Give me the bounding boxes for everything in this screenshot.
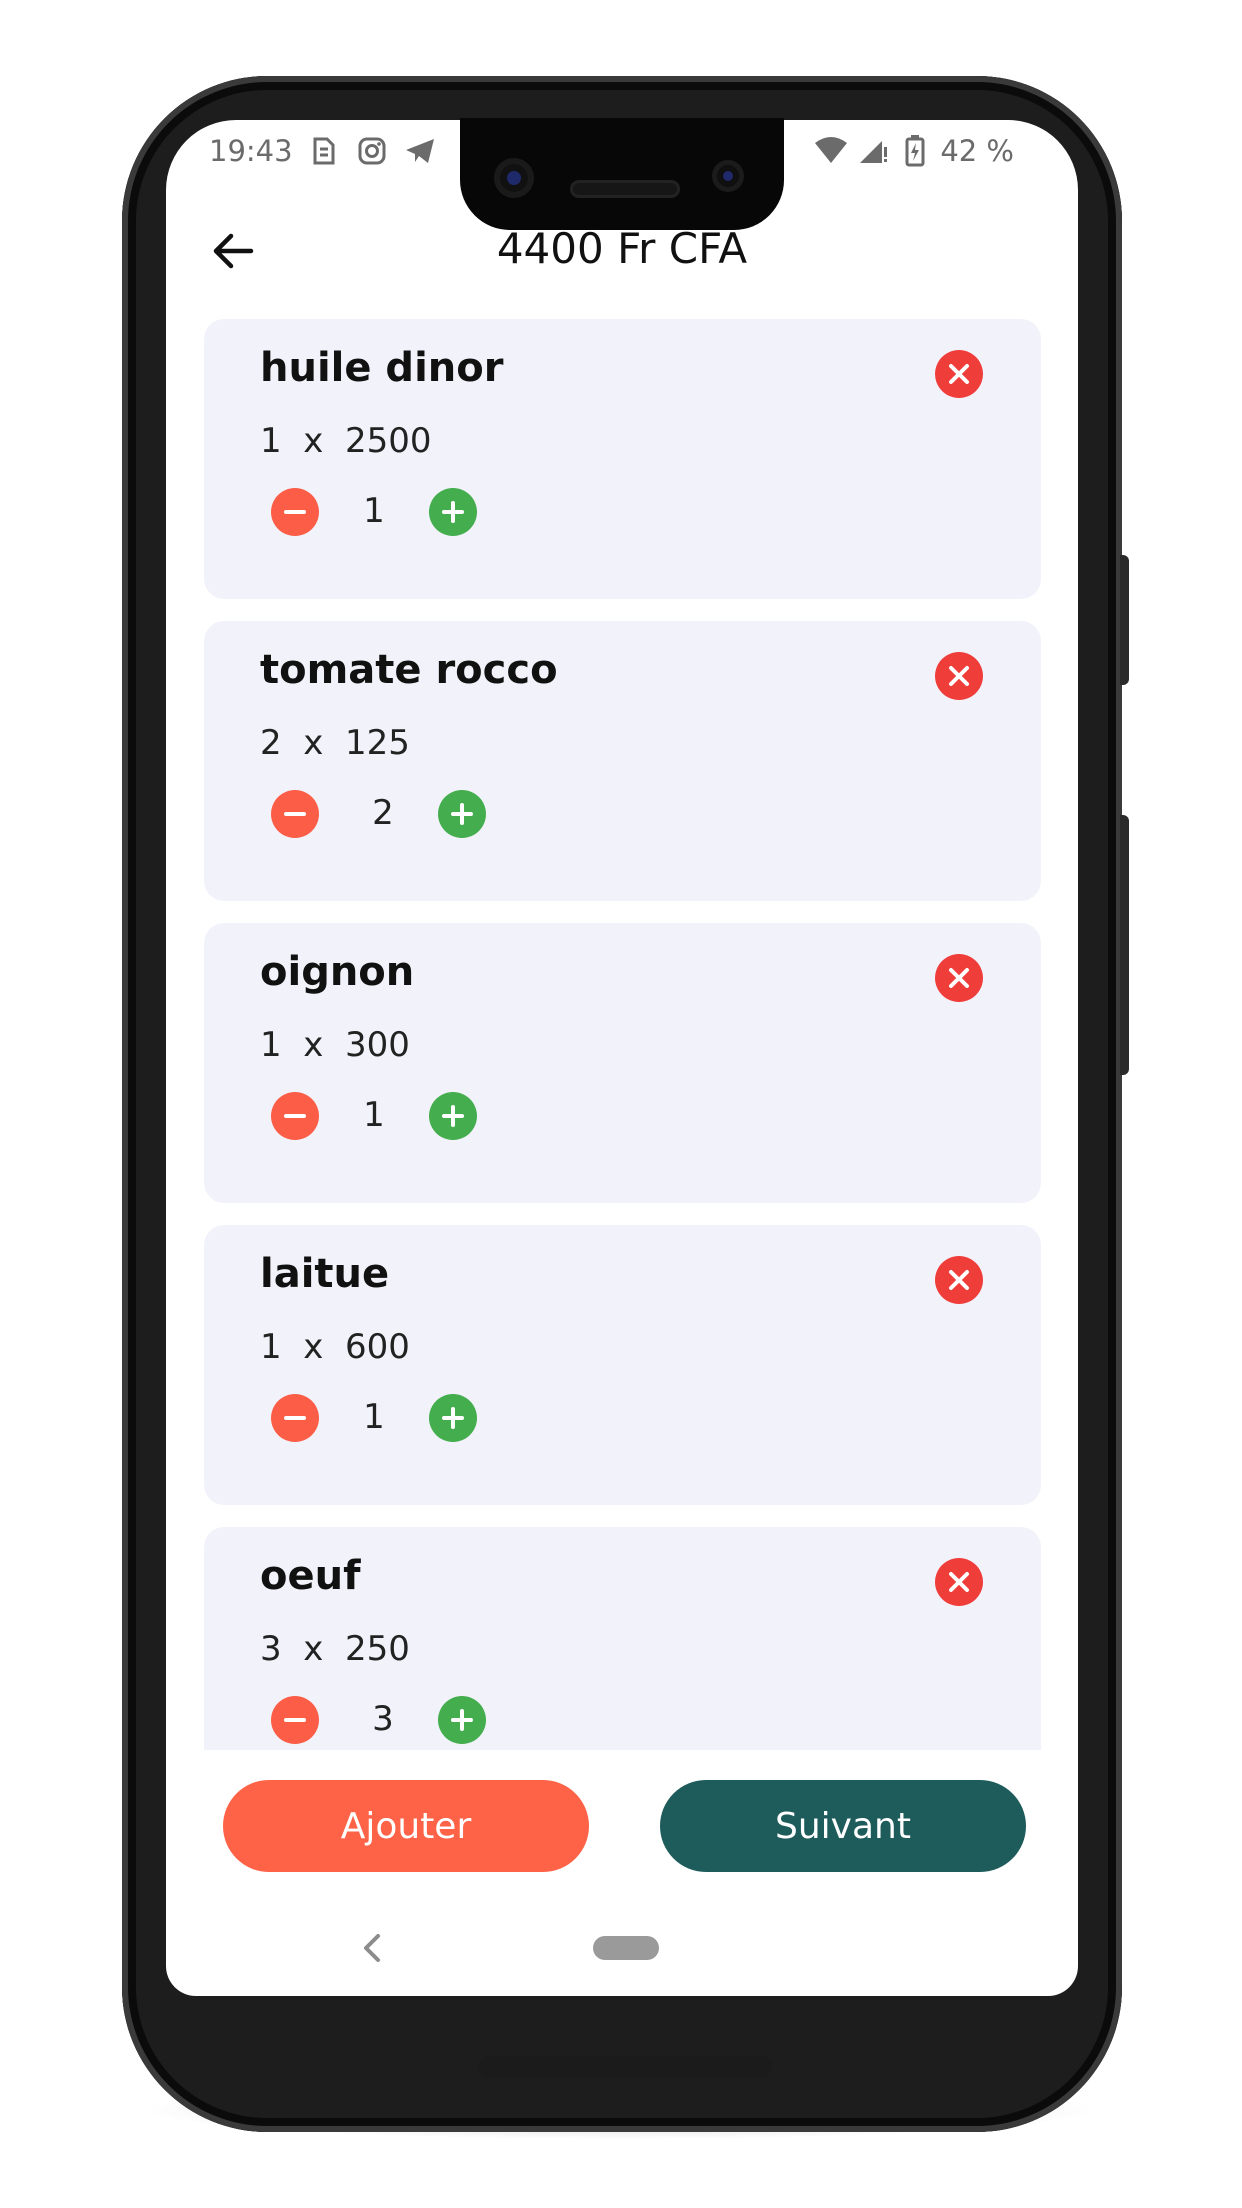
increase-quantity-button[interactable] bbox=[429, 488, 477, 536]
item-name: laitue bbox=[260, 1251, 390, 1297]
phone-chin-speaker bbox=[478, 2056, 772, 2078]
next-button[interactable]: Suivant bbox=[660, 1780, 1026, 1872]
decrease-quantity-button[interactable] bbox=[271, 488, 319, 536]
add-button[interactable]: Ajouter bbox=[223, 1780, 589, 1872]
wifi-icon bbox=[814, 134, 848, 168]
cart-item-card: tomate rocco 2 x 125 2 bbox=[204, 621, 1041, 901]
item-name: huile dinor bbox=[260, 345, 504, 391]
item-price-line: 1 x 2500 bbox=[260, 421, 432, 461]
plus-icon bbox=[449, 801, 475, 827]
arrow-left-icon bbox=[213, 233, 254, 269]
battery-charging-icon bbox=[898, 134, 932, 168]
sim-icon bbox=[307, 134, 341, 168]
status-time: 19:43 bbox=[209, 134, 293, 168]
item-price-line: 1 x 600 bbox=[260, 1327, 410, 1367]
earpiece-speaker bbox=[570, 180, 680, 198]
item-name: tomate rocco bbox=[260, 647, 558, 693]
status-bar-right: 42 % bbox=[814, 133, 1014, 169]
item-quantity: 1 bbox=[363, 1397, 385, 1437]
increase-quantity-button[interactable] bbox=[438, 790, 486, 838]
increase-quantity-button[interactable] bbox=[438, 1696, 486, 1744]
item-quantity: 1 bbox=[363, 491, 385, 531]
volume-button bbox=[1120, 815, 1129, 1075]
cart-item-card: oignon 1 x 300 1 bbox=[204, 923, 1041, 1203]
instagram-icon bbox=[355, 134, 389, 168]
home-pill-icon[interactable] bbox=[593, 1936, 659, 1960]
back-button[interactable] bbox=[208, 226, 258, 276]
front-sensor bbox=[712, 160, 744, 192]
item-price-line: 1 x 300 bbox=[260, 1025, 410, 1065]
decrease-quantity-button[interactable] bbox=[271, 790, 319, 838]
decrease-quantity-button[interactable] bbox=[271, 1092, 319, 1140]
item-name: oeuf bbox=[260, 1553, 361, 1599]
plus-icon bbox=[440, 1405, 466, 1431]
cart-list[interactable]: huile dinor 1 x 2500 1 tomate rocco 2 x 125 2… bbox=[166, 310, 1078, 1750]
remove-item-button[interactable] bbox=[935, 1558, 983, 1606]
close-icon bbox=[945, 662, 973, 690]
close-icon bbox=[945, 1568, 973, 1596]
item-quantity: 3 bbox=[372, 1699, 394, 1739]
remove-item-button[interactable] bbox=[935, 1256, 983, 1304]
close-icon bbox=[945, 964, 973, 992]
increase-quantity-button[interactable] bbox=[429, 1394, 477, 1442]
battery-percentage: 42 % bbox=[940, 134, 1014, 168]
item-quantity: 1 bbox=[363, 1095, 385, 1135]
decrease-quantity-button[interactable] bbox=[271, 1696, 319, 1744]
close-icon bbox=[945, 1266, 973, 1294]
nav-back-icon[interactable] bbox=[358, 1930, 386, 1966]
minus-icon bbox=[282, 1405, 308, 1431]
minus-icon bbox=[282, 801, 308, 827]
cart-item-card: laitue 1 x 600 1 bbox=[204, 1225, 1041, 1505]
item-price-line: 2 x 125 bbox=[260, 723, 410, 763]
remove-item-button[interactable] bbox=[935, 954, 983, 1002]
item-quantity: 2 bbox=[372, 793, 394, 833]
minus-icon bbox=[282, 1707, 308, 1733]
minus-icon bbox=[282, 1103, 308, 1129]
item-name: oignon bbox=[260, 949, 415, 995]
increase-quantity-button[interactable] bbox=[429, 1092, 477, 1140]
item-price-line: 3 x 250 bbox=[260, 1629, 410, 1669]
power-button bbox=[1120, 555, 1129, 685]
telegram-icon bbox=[403, 134, 437, 168]
remove-item-button[interactable] bbox=[935, 652, 983, 700]
front-camera bbox=[494, 158, 534, 198]
plus-icon bbox=[449, 1707, 475, 1733]
plus-icon bbox=[440, 1103, 466, 1129]
cell-signal-icon bbox=[856, 134, 890, 168]
cart-item-card: oeuf 3 x 250 3 bbox=[204, 1527, 1041, 1750]
remove-item-button[interactable] bbox=[935, 350, 983, 398]
cart-total-title: 4400 Fr CFA bbox=[496, 224, 748, 273]
close-icon bbox=[945, 360, 973, 388]
status-bar-left: 19:43 bbox=[209, 133, 437, 169]
decrease-quantity-button[interactable] bbox=[271, 1394, 319, 1442]
cart-item-card: huile dinor 1 x 2500 1 bbox=[204, 319, 1041, 599]
minus-icon bbox=[282, 499, 308, 525]
plus-icon bbox=[440, 499, 466, 525]
